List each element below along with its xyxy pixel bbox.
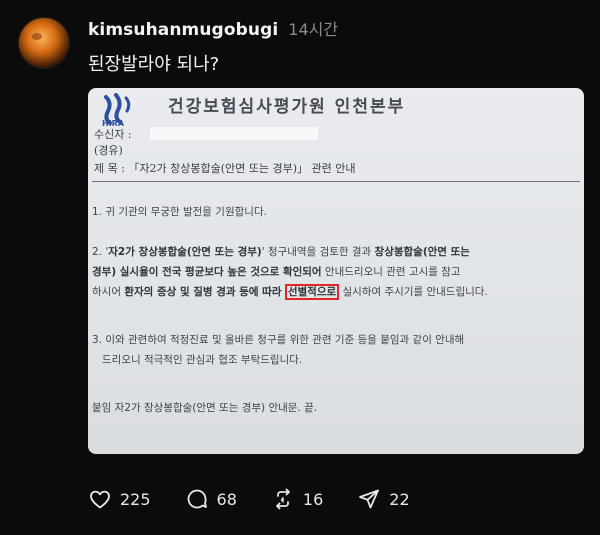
avatar[interactable] [18, 17, 70, 69]
comment-icon [187, 489, 207, 509]
paragraph-3-line-1: 3. 이와 관련하여 적정진료 및 올바른 청구를 위한 관련 기준 등을 붙임… [92, 334, 465, 346]
thread-post: kimsuhanmugobugi 14시간 된장발라야 되나? HIRA 건강보… [0, 0, 600, 535]
text-span: 환자의 증상 및 질병 경과 등에 따라 [124, 286, 282, 298]
redacted-recipient [150, 127, 318, 140]
document-title: 건강보험심사평가원 인천본부 [168, 97, 406, 117]
comment-button[interactable]: 68 [185, 487, 237, 511]
like-count: 225 [120, 489, 151, 509]
repost-button[interactable]: 16 [271, 487, 323, 511]
via-label: (경유) [94, 144, 123, 157]
text-span: 하시어 [92, 286, 125, 298]
text-span: ' 청구내역을 검토한 결과 [261, 246, 375, 258]
post-header: kimsuhanmugobugi 14시간 [88, 16, 338, 40]
text-span: 안내드리오니 관련 고시를 참고 [321, 266, 461, 278]
paragraph-3-line-2: 드리오니 적극적인 관심과 협조 부탁드립니다. [102, 354, 303, 366]
divider [92, 181, 580, 182]
paragraph-2-line-2: 경부) 실시율이 전국 평균보다 높은 것으로 확인되어 안내드리오니 관련 고… [92, 264, 461, 279]
share-button[interactable]: 22 [357, 487, 410, 511]
comment-count: 68 [216, 489, 237, 509]
repost-count: 16 [302, 489, 324, 509]
like-button[interactable]: 225 [88, 487, 151, 511]
action-bar: 225 68 16 22 [88, 487, 444, 511]
text-span: 실시하여 주시기를 안내드립니다. [339, 286, 488, 298]
paragraph-1: 1. 귀 기관의 무궁한 발전을 기원합니다. [92, 206, 267, 218]
username[interactable]: kimsuhanmugobugi [88, 20, 278, 40]
repost-icon [276, 488, 290, 510]
text-span: 경부) 실시율이 전국 평균보다 높은 것으로 확인되어 [92, 266, 322, 278]
text-span: 창상봉합술(안면 또는 [374, 246, 470, 258]
text-span: 2. ' [92, 246, 109, 258]
heart-icon [90, 490, 110, 509]
document-subject: 제 목 : 「자2가 창상봉합술(안면 또는 경부)」 관련 안내 [94, 162, 356, 175]
post-caption: 된장발라야 되나? [88, 54, 220, 75]
post-image-document[interactable]: HIRA 건강보험심사평가원 인천본부 수신자 : (경유) 제 목 : 「자2… [88, 88, 584, 454]
share-count: 22 [389, 489, 410, 509]
text-span: 자2가 창상봉합술(안면 또는 경부) [108, 246, 262, 258]
highlighted-word: 선별적으로 [284, 284, 340, 300]
paragraph-2-line-3: 하시어 환자의 증상 및 질병 경과 등에 따라 선별적으로 실시하여 주시기를… [92, 284, 488, 300]
send-icon [359, 489, 380, 509]
recipient-label: 수신자 : [94, 128, 132, 141]
paragraph-2-line-1: 2. '자2가 창상봉합술(안면 또는 경부)' 청구내역을 검토한 결과 창상… [92, 244, 470, 259]
post-time: 14시간 [288, 20, 339, 39]
attachment-line: 붙임 자2가 창상봉합술(안면 또는 경부) 안내문. 끝. [92, 402, 318, 414]
